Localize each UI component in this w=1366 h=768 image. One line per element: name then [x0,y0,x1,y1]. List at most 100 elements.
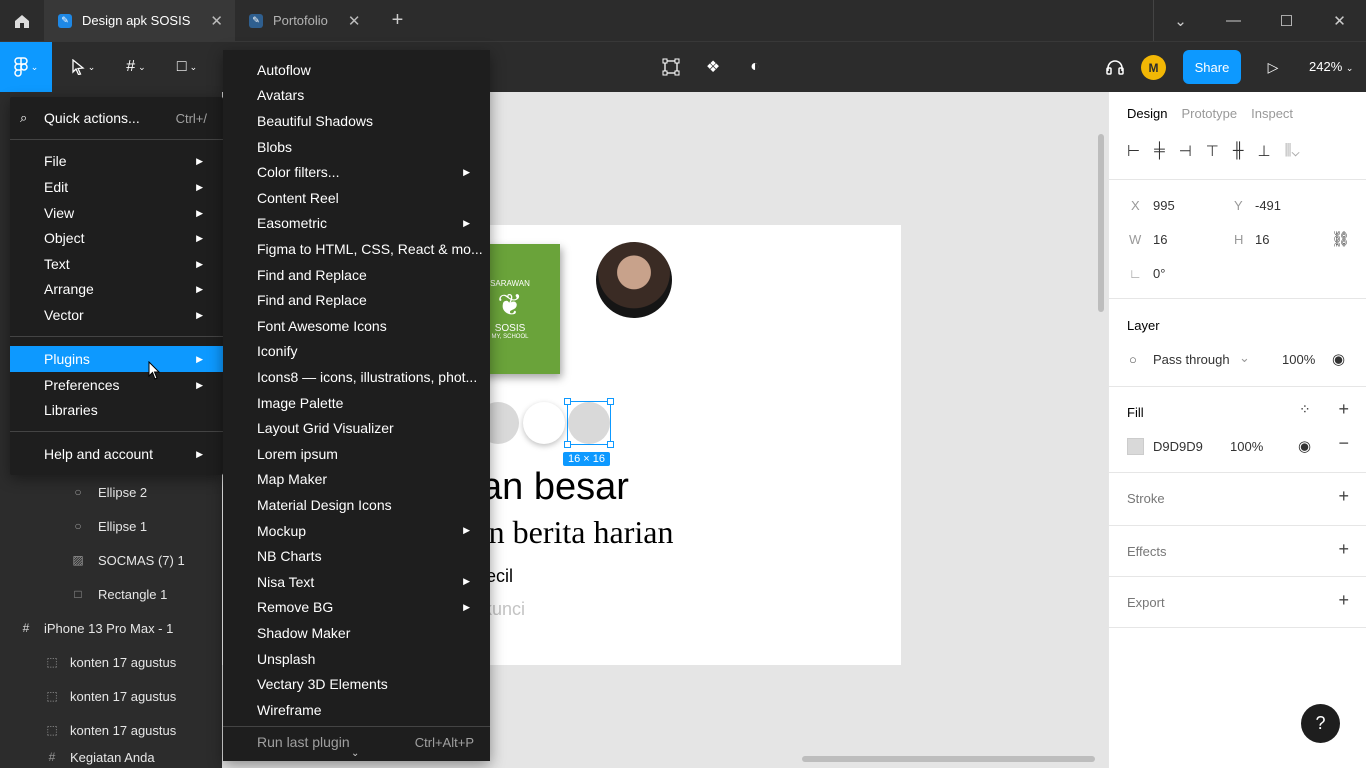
theme-toggle-button[interactable]: ◐ [742,42,768,92]
move-tool-button[interactable]: ⌄ [62,42,104,92]
plugin-menu-item[interactable]: Iconify [223,339,490,365]
resize-handle[interactable] [564,441,571,448]
plugin-menu-item[interactable]: Layout Grid Visualizer [223,415,490,441]
plugin-menu-item[interactable]: Avatars [223,83,490,109]
width-input[interactable]: 16 [1153,232,1167,247]
resize-handle[interactable] [607,441,614,448]
plugin-menu-item[interactable]: Remove BG ▶ [223,595,490,621]
chevron-down-icon[interactable]: ⌄ [1154,12,1207,30]
plugin-menu-item[interactable]: Mockup ▶ [223,518,490,544]
plugin-menu-item[interactable]: Font Awesome Icons [223,313,490,339]
share-button[interactable]: Share [1183,50,1241,84]
plugin-menu-item[interactable]: Wireframe [223,697,490,723]
plugin-menu-item[interactable]: Material Design Icons [223,492,490,518]
menu-item-edit[interactable]: Edit ▶ [10,174,223,200]
fill-opacity-input[interactable]: 100% [1230,439,1263,454]
zoom-dropdown[interactable]: 242% ⌄ [1309,59,1353,74]
add-effect-icon[interactable]: + [1338,539,1349,560]
menu-item-view[interactable]: View ▶ [10,200,223,226]
height-input[interactable]: 16 [1255,232,1269,247]
present-button[interactable]: ▷ [1260,42,1286,92]
add-stroke-icon[interactable]: + [1338,486,1349,507]
tab-inspect[interactable]: Inspect [1251,106,1293,121]
align-bottom-icon[interactable]: ⊥ [1258,142,1271,160]
distribute-icon[interactable]: ⫼⌄ [1285,142,1300,160]
plugin-menu-item[interactable]: Figma to HTML, CSS, React & mo... [223,236,490,262]
plugin-menu-item[interactable]: Icons8 — icons, illustrations, phot... [223,364,490,390]
plugin-menu-item[interactable]: Lorem ipsum [223,441,490,467]
plugin-menu-item[interactable]: Vectary 3D Elements [223,671,490,697]
align-right-icon[interactable]: ⊣ [1179,142,1192,160]
horizontal-scrollbar[interactable] [802,756,1095,762]
blend-mode-dropdown[interactable]: Pass through [1153,352,1230,367]
components-button[interactable]: ❖ [700,42,726,92]
plugin-menu-item[interactable]: Blobs [223,134,490,160]
plugin-menu-item[interactable]: Autoflow [223,57,490,83]
menu-item-file[interactable]: File ▶ [10,148,223,174]
plugin-menu-item[interactable]: Color filters... ▶ [223,159,490,185]
add-fill-icon[interactable]: + [1338,399,1349,420]
maximize-button[interactable]: ☐ [1260,12,1313,30]
canvas-text[interactable]: san berita harian [462,514,673,551]
close-tab-icon[interactable]: ✕ [348,12,361,30]
menu-item-preferences[interactable]: Preferences ▶ [10,372,223,398]
tab-portofolio[interactable]: ✎ Portofolio ✕ [235,0,373,41]
constrain-proportions-icon[interactable]: ⛓ [1331,230,1350,248]
main-menu-button[interactable]: ⌄ [0,42,52,92]
plugin-menu-item[interactable]: Easometric ▶ [223,211,490,237]
profile-photo[interactable] [596,242,672,318]
menu-item-text[interactable]: Text ▶ [10,251,223,277]
new-tab-button[interactable]: + [382,9,412,32]
y-input[interactable]: -491 [1255,198,1281,213]
fill-color-swatch[interactable] [1127,438,1144,455]
add-export-icon[interactable]: + [1338,590,1349,611]
home-button[interactable] [0,0,44,41]
layer-opacity-input[interactable]: 100% [1282,352,1315,367]
frame-tool-button[interactable]: # ⌄ [116,42,156,92]
tab-design-apk-sosis[interactable]: ✎ Design apk SOSIS ✕ [44,0,235,41]
ellipse-shape[interactable] [523,402,565,444]
layer-row[interactable]: # iPhone 13 Pro Max - 1 [0,611,222,645]
plugin-menu-item[interactable]: NB Charts [223,543,490,569]
plugin-menu-item[interactable]: Shadow Maker [223,620,490,646]
plugin-menu-item[interactable]: Content Reel [223,185,490,211]
plugin-menu-item[interactable]: Beautiful Shadows [223,108,490,134]
scroll-down-icon[interactable]: ⌄ [351,748,359,759]
layer-row[interactable]: ⬚ konten 17 agustus [0,713,222,747]
layer-row[interactable]: # Kegiatan Anda [0,747,222,767]
remove-fill-icon[interactable]: − [1338,433,1349,454]
menu-item-libraries[interactable]: Libraries [10,397,223,423]
tab-prototype[interactable]: Prototype [1181,106,1237,121]
vertical-scrollbar[interactable] [1098,134,1104,312]
style-grid-icon[interactable]: ⁘ [1299,401,1311,418]
eye-icon[interactable]: ◉ [1298,437,1311,455]
plugin-menu-item[interactable]: Map Maker [223,467,490,493]
tab-design[interactable]: Design [1127,106,1167,121]
shape-tool-button[interactable]: □ ⌄ [166,42,208,92]
close-tab-icon[interactable]: ✕ [210,12,223,30]
layer-row[interactable]: ▨ SOCMAS (7) 1 [0,543,222,577]
avatar[interactable]: M [1141,55,1166,80]
plugin-menu-item[interactable]: Image Palette [223,390,490,416]
align-top-icon[interactable]: ⊤ [1206,142,1219,160]
minimize-button[interactable]: — [1207,12,1260,29]
help-button[interactable]: ? [1301,704,1340,743]
resize-handle[interactable] [607,398,614,405]
menu-item-vector[interactable]: Vector ▶ [10,302,223,328]
menu-item-arrange[interactable]: Arrange ▶ [10,276,223,302]
frame-selection-button[interactable] [658,42,684,92]
align-center-vertical-icon[interactable]: ╫ [1233,142,1244,160]
layer-row[interactable]: ○ Ellipse 1 [0,509,222,543]
resize-handle[interactable] [564,398,571,405]
plugin-menu-item[interactable]: Find and Replace [223,262,490,288]
layer-row[interactable]: ○ Ellipse 2 [0,475,222,509]
plugin-menu-item[interactable]: Nisa Text ▶ [223,569,490,595]
fill-hex-input[interactable]: D9D9D9 [1153,439,1203,454]
audio-button[interactable] [1102,42,1128,92]
menu-item-plugins[interactable]: Plugins ▶ [10,346,223,372]
rotation-input[interactable]: 0° [1153,266,1165,281]
quick-actions-item[interactable]: ⌕ Quick actions... Ctrl+/ [10,105,223,131]
layer-row[interactable]: □ Rectangle 1 [0,577,222,611]
plugin-menu-item[interactable]: Unsplash [223,646,490,672]
menu-item-object[interactable]: Object ▶ [10,225,223,251]
